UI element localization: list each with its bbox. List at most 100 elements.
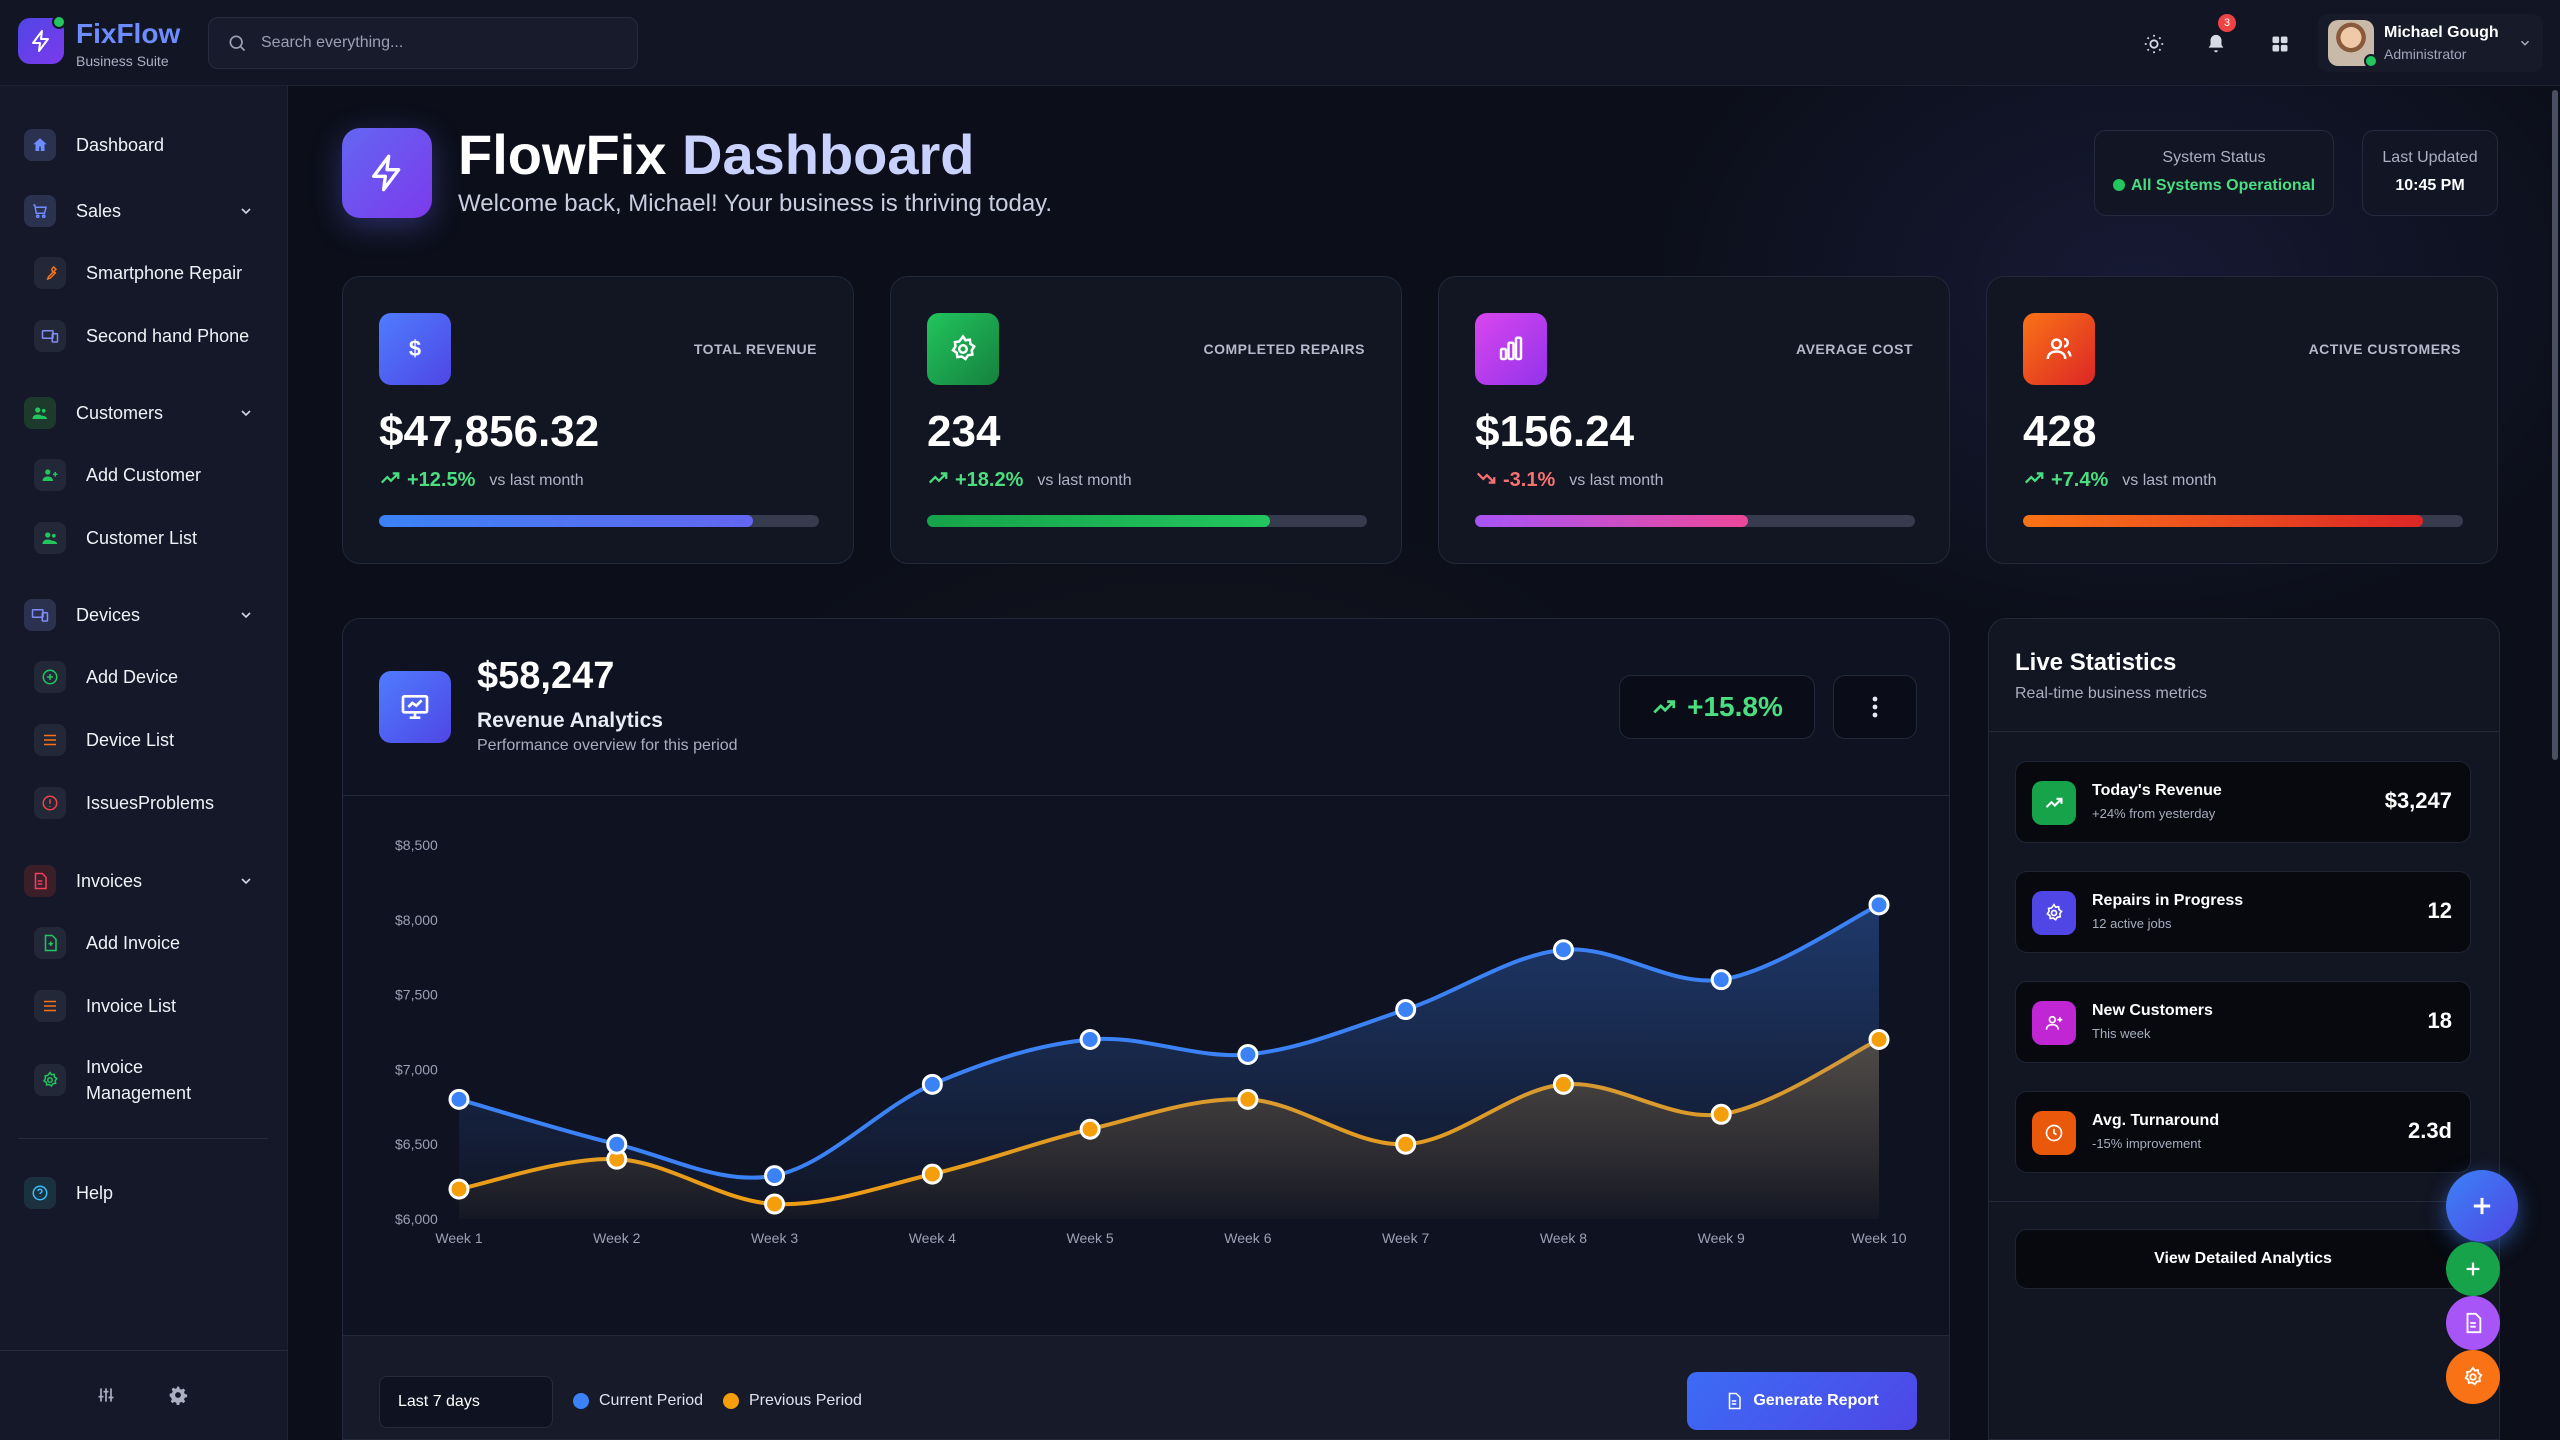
alert-circle-icon <box>34 787 66 819</box>
sidebar-item-add-invoice[interactable]: Add Invoice <box>34 918 268 968</box>
legend-previous-period[interactable]: Previous Period <box>723 1392 862 1410</box>
apps-grid-icon[interactable] <box>2260 24 2300 64</box>
sidebar-item-second-hand-phone[interactable]: Second hand Phone <box>34 311 268 361</box>
legend-dot-icon <box>573 1393 589 1409</box>
generate-report-button[interactable]: Generate Report <box>1687 1372 1917 1430</box>
revenue-amount: $58,247 <box>477 655 615 697</box>
kpi-change: +18.2% <box>955 469 1024 491</box>
y-tick-label: $6,500 <box>395 1136 438 1152</box>
last-updated-card: Last Updated 10:45 PM <box>2362 130 2498 216</box>
trend-up-icon <box>927 467 949 494</box>
y-tick-label: $7,500 <box>395 987 438 1003</box>
user-menu[interactable]: Michael Gough Administrator <box>2318 14 2543 72</box>
x-tick-label: Week 7 <box>1382 1230 1429 1246</box>
y-tick-label: $6,000 <box>395 1211 438 1227</box>
sidebar-item-add-device[interactable]: Add Device <box>34 652 268 702</box>
stat-name: Repairs in Progress <box>2092 892 2244 909</box>
date-range-select[interactable]: Last 7 days <box>379 1376 553 1428</box>
data-point <box>606 1133 628 1155</box>
online-indicator <box>52 15 66 29</box>
data-point <box>448 1088 470 1110</box>
fab-invoice-button[interactable] <box>2446 1296 2500 1350</box>
chevron-down-icon <box>238 405 254 426</box>
sidebar-item-label: Dashboard <box>76 134 165 155</box>
x-tick-label: Week 8 <box>1540 1230 1587 1246</box>
data-point <box>1868 1028 1890 1050</box>
sidebar-item-devices[interactable]: Devices <box>24 590 268 640</box>
brand-name: FixFlow <box>76 18 181 49</box>
x-tick-label: Week 3 <box>751 1230 798 1246</box>
top-bar: FixFlow Business Suite 3 Michael Gough A… <box>0 0 2560 86</box>
sidebar-item-label: Add Device <box>86 667 179 687</box>
sidebar-item-device-list[interactable]: Device List <box>34 715 268 765</box>
document-icon <box>24 865 56 897</box>
trend-down-icon <box>1475 467 1497 494</box>
stat-row-repairs-in-progress[interactable]: Repairs in Progress 12 active jobs 12 <box>2015 871 2471 953</box>
y-tick-label: $8,000 <box>395 912 438 928</box>
sidebar-item-invoice-list[interactable]: Invoice List <box>34 981 268 1031</box>
scrollbar-thumb[interactable] <box>2552 90 2558 760</box>
search-input[interactable] <box>261 18 621 68</box>
settings-gear-icon[interactable] <box>168 1385 188 1410</box>
stat-row-todays-revenue[interactable]: Today's Revenue +24% from yesterday $3,2… <box>2015 761 2471 843</box>
sidebar-item-customers[interactable]: Customers <box>24 388 268 438</box>
sidebar-item-smartphone-repair[interactable]: Smartphone Repair <box>34 248 268 298</box>
stat-row-new-customers[interactable]: New Customers This week 18 <box>2015 981 2471 1063</box>
sidebar-footer <box>0 1350 288 1440</box>
kpi-progress-bar <box>2023 515 2463 527</box>
sidebar-item-dashboard[interactable]: Dashboard <box>24 120 268 170</box>
view-detailed-analytics-button[interactable]: View Detailed Analytics <box>2015 1229 2471 1289</box>
gear-icon <box>927 313 999 385</box>
stat-description: This week <box>2092 1026 2151 1041</box>
generate-report-label: Generate Report <box>1753 1392 1879 1409</box>
kpi-value: $47,856.32 <box>379 407 600 456</box>
sidebar: Dashboard Sales Smartphone Repair Second… <box>0 86 288 1440</box>
sliders-icon[interactable] <box>96 1385 116 1410</box>
gear-icon <box>2464 1366 2483 1386</box>
system-status-label: System Status <box>2162 149 2266 166</box>
home-icon <box>24 129 56 161</box>
users-icon <box>24 397 56 429</box>
document-icon <box>2466 1312 2482 1334</box>
kpi-label: COMPLETED REPAIRS <box>1203 341 1365 357</box>
sidebar-item-help[interactable]: Help <box>24 1168 268 1218</box>
sidebar-item-issues-problems[interactable]: IssuesProblems <box>34 778 268 828</box>
chevron-down-icon <box>238 607 254 628</box>
users-icon <box>2023 313 2095 385</box>
clock-icon <box>2032 1111 2076 1155</box>
sidebar-item-invoice-management[interactable]: Invoice Management <box>34 1046 268 1114</box>
bar-chart-icon <box>1475 313 1547 385</box>
stat-description: +24% from yesterday <box>2092 806 2216 821</box>
sidebar-item-label: Help <box>76 1182 114 1203</box>
more-options-button[interactable] <box>1833 675 1917 739</box>
stat-value: 18 <box>2427 1008 2452 1033</box>
fab-add-customer-button[interactable] <box>2446 1242 2500 1296</box>
sidebar-item-sales[interactable]: Sales <box>24 186 268 236</box>
fab-main-add-button[interactable] <box>2446 1170 2518 1242</box>
sidebar-item-customer-list[interactable]: Customer List <box>34 513 268 563</box>
data-point <box>764 1193 786 1215</box>
kpi-trend: +7.4% vs last month <box>2023 467 2217 494</box>
theme-toggle-sun-icon[interactable] <box>2134 24 2174 64</box>
panel-divider <box>1989 1201 2499 1202</box>
chevron-down-icon <box>238 203 254 224</box>
cart-icon <box>24 195 56 227</box>
data-point <box>1395 1133 1417 1155</box>
document-add-icon <box>34 927 66 959</box>
data-point <box>1552 1073 1574 1095</box>
stat-row-avg-turnaround[interactable]: Avg. Turnaround -15% improvement 2.3d <box>2015 1091 2471 1173</box>
system-status-card: System Status All Systems Operational <box>2094 130 2334 216</box>
fab-settings-button[interactable] <box>2446 1350 2500 1404</box>
sidebar-item-add-customer[interactable]: Add Customer <box>34 450 268 500</box>
page-title: FlowFix Dashboard <box>458 122 975 187</box>
data-point <box>921 1163 943 1185</box>
legend-current-period[interactable]: Current Period <box>573 1392 703 1410</box>
status-dot-icon <box>2112 179 2125 191</box>
stat-description: -15% improvement <box>2092 1136 2202 1151</box>
search-box[interactable] <box>208 17 638 69</box>
sidebar-item-label: Add Invoice <box>86 933 181 953</box>
kpi-comparison: vs last month <box>1569 471 1664 489</box>
sidebar-item-invoices[interactable]: Invoices <box>24 856 268 906</box>
devices-icon <box>34 320 66 352</box>
kpi-progress-bar <box>927 515 1367 527</box>
